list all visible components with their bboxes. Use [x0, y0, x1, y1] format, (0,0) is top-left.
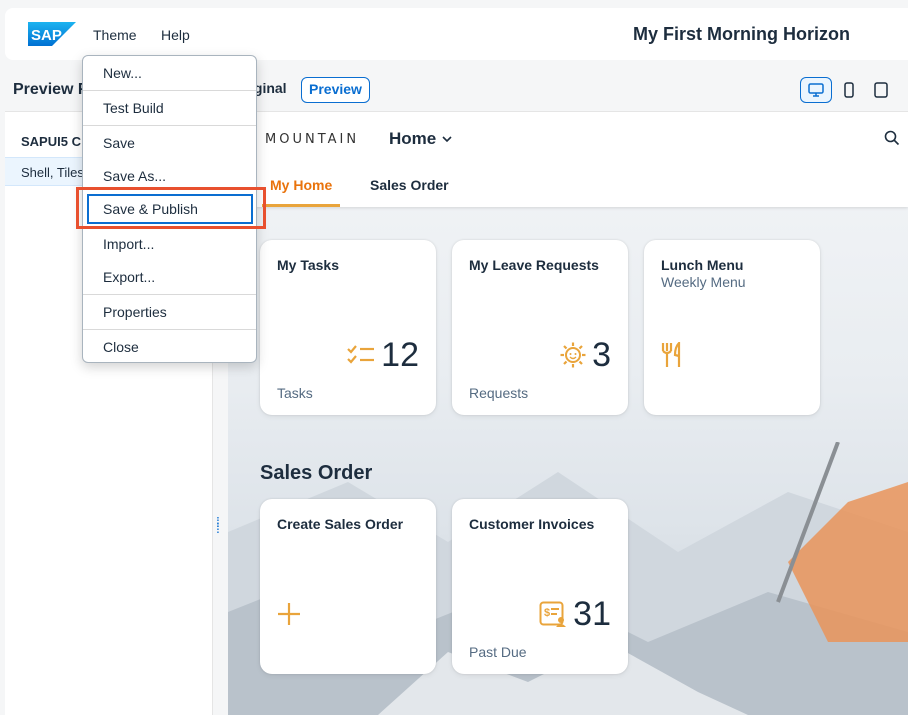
tile-kpi-value: 12	[381, 336, 419, 374]
sap-logo[interactable]: SAP	[28, 22, 76, 46]
tile-kpi-value: 3	[592, 336, 611, 374]
tile-my-leave-requests[interactable]: My Leave Requests 3 Requests	[452, 240, 628, 415]
annotation-highlight	[76, 187, 266, 229]
tablet-icon	[874, 82, 888, 98]
tile-my-tasks[interactable]: My Tasks 12 Tasks	[260, 240, 436, 415]
tree-item-label: Shell, Tiles	[21, 165, 84, 180]
menu-item-test-build[interactable]: Test Build	[83, 91, 256, 125]
tile-title: My Tasks	[277, 257, 339, 273]
tile-title: My Leave Requests	[469, 257, 599, 273]
menu-item-new[interactable]: New...	[83, 56, 256, 90]
tile-kpi: 12	[347, 335, 419, 375]
tile-kpi: $ 31	[539, 594, 611, 634]
menu-theme[interactable]: Theme	[93, 27, 137, 43]
tab-sales-order[interactable]: Sales Order	[370, 177, 449, 193]
preview-header: MOUNTAIN Home My Home Sales Order	[228, 112, 908, 207]
menu-item-import[interactable]: Import...	[83, 227, 256, 261]
tile-footer: Requests	[469, 385, 529, 401]
home-nav-menu[interactable]: Home	[389, 129, 453, 149]
tile-footer: Tasks	[277, 385, 313, 401]
app-title: My First Morning Horizon	[633, 24, 850, 44]
splitter[interactable]: ⁞ ⁞	[212, 461, 226, 551]
preview-area: MOUNTAIN Home My Home Sales Order My Tas…	[228, 112, 908, 715]
splitter-grip-icon[interactable]: ⁞ ⁞	[216, 515, 220, 535]
menu-help[interactable]: Help	[161, 27, 190, 43]
tree-group-sapui5[interactable]: SAPUI5 C	[21, 134, 81, 149]
tab-selected-indicator	[262, 204, 340, 207]
tile-customer-invoices[interactable]: Customer Invoices $ 31 Past Due	[452, 499, 628, 674]
shell-bar: SAP Theme Help My First Morning Horizon	[0, 0, 908, 60]
search-icon[interactable]	[884, 130, 900, 146]
brand-logo[interactable]: MOUNTAIN	[265, 132, 359, 147]
tile-kpi-value: 31	[573, 595, 611, 633]
menu-item-close[interactable]: Close	[83, 330, 256, 364]
tab-my-home[interactable]: My Home	[270, 177, 332, 193]
sun-icon	[560, 342, 586, 368]
tile-subtitle: Weekly Menu	[661, 274, 746, 290]
tile-create-sales-order[interactable]: Create Sales Order	[260, 499, 436, 674]
left-panel-title: Preview F	[13, 81, 88, 98]
desktop-view-button[interactable]	[800, 77, 832, 103]
menu-item-properties[interactable]: Properties	[83, 295, 256, 329]
preview-toggle[interactable]: Preview	[301, 77, 370, 103]
home-nav-label: Home	[389, 129, 437, 148]
menu-item-save[interactable]: Save	[83, 126, 256, 160]
tablet-view-button[interactable]	[865, 77, 897, 103]
tile-footer: Past Due	[469, 644, 527, 660]
chevron-down-icon	[442, 136, 452, 143]
invoice-icon: $	[539, 601, 567, 627]
tile-title: Create Sales Order	[277, 516, 404, 532]
phone-icon	[844, 82, 854, 98]
tile-lunch-menu[interactable]: Lunch Menu Weekly Menu	[644, 240, 820, 415]
preview-toolbar: iginal Preview	[213, 68, 908, 112]
tile-title: Lunch Menu	[661, 257, 744, 273]
tile-title: Customer Invoices	[469, 516, 595, 532]
task-checklist-icon	[347, 345, 375, 364]
plus-icon	[278, 603, 300, 625]
svg-text:$: $	[544, 607, 550, 619]
desktop-icon	[808, 83, 824, 97]
tile-kpi: 3	[560, 335, 611, 375]
fork-knife-icon	[661, 342, 681, 367]
phone-view-button[interactable]	[833, 77, 865, 103]
menu-item-export[interactable]: Export...	[83, 260, 256, 294]
sap-logo-text: SAP	[31, 27, 62, 44]
section-title-sales-order: Sales Order	[260, 462, 373, 484]
